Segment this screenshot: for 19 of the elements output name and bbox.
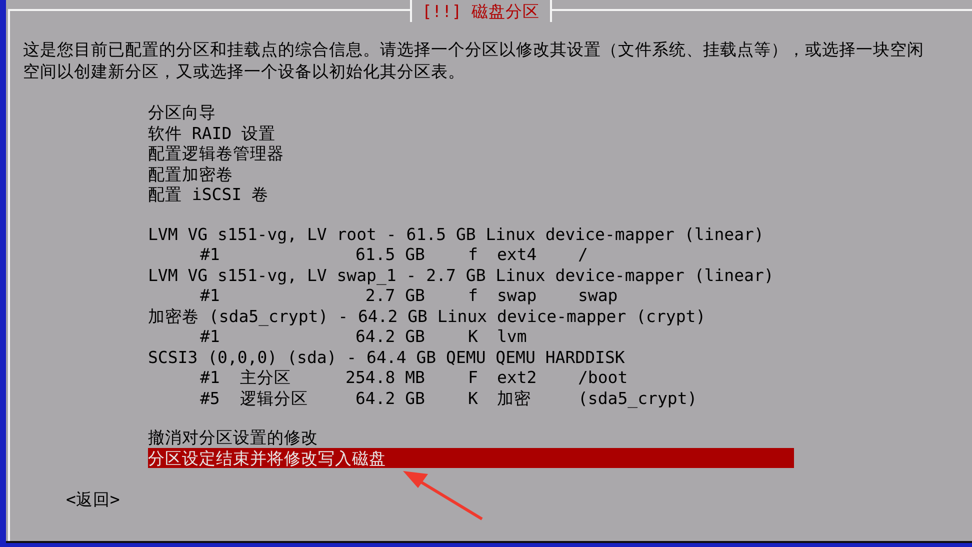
partition-row[interactable]: #1 2.7 GB f swap swap (148, 285, 794, 306)
intro-text: 这是您目前已配置的分区和挂载点的综合信息。请选择一个分区以修改其设置（文件系统、挂载点等），或选择一块空闲空间以创建新分区，又或选择一个设备以初始化其分区表。 (23, 39, 925, 83)
menu-item[interactable]: 配置逻辑卷管理器 (148, 143, 794, 164)
back-button[interactable]: <返回> (66, 489, 120, 511)
menu-item[interactable]: 软件 RAID 设置 (148, 122, 794, 143)
dialog-title: [!!] 磁盘分区 (410, 0, 552, 22)
partition-row[interactable]: #5 逻辑分区 64.2 GB K 加密 (sda5_crypt) (148, 388, 794, 408)
menu-item[interactable]: 配置 iSCSI 卷 (148, 184, 794, 204)
device-row[interactable]: SCSI3 (0,0,0) (sda) - 64.4 GB QEMU QEMU HARDDISK (148, 346, 794, 367)
device-row[interactable]: LVM VG s151-vg, LV root - 61.5 GB Linux device-mapper (linear) (148, 224, 794, 244)
menu-item[interactable]: 撤消对分区设置的修改 (148, 427, 794, 448)
menu-item[interactable]: 配置加密卷 (148, 164, 794, 184)
device-row[interactable]: 加密卷 (sda5_crypt) - 64.2 GB Linux device-mapper (crypt) (148, 306, 794, 326)
partition-row[interactable]: #1 61.5 GB f ext4 / (148, 244, 794, 264)
device-row[interactable]: LVM VG s151-vg, LV swap_1 - 2.7 GB Linux device-mapper (linear) (148, 264, 794, 285)
selected-menu-item[interactable]: 分区设定结束并将修改写入磁盘 (148, 448, 794, 468)
menu-item[interactable]: 分区向导 (148, 102, 794, 122)
partition-row[interactable]: #1 主分区 254.8 MB F ext2 /boot (148, 367, 794, 388)
partition-row[interactable]: #1 64.2 GB K lvm (148, 326, 794, 346)
